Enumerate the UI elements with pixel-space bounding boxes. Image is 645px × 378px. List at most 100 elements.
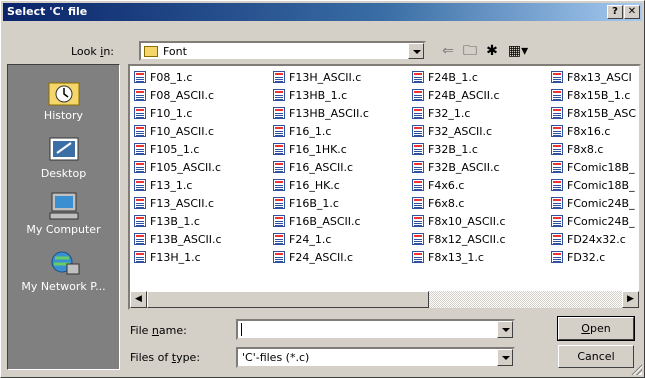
chevron-down-icon[interactable] — [497, 349, 513, 366]
close-button[interactable]: ✕ — [624, 5, 640, 19]
file-column-3: F24B_1.c F24B_ASCII.c F32_1.c F32_ASCII.c F3… — [412, 70, 506, 268]
filename-label: File name: — [130, 324, 187, 337]
file-item[interactable]: F10_1.c — [134, 106, 222, 124]
chevron-down-icon[interactable] — [408, 43, 424, 59]
c-file-icon — [273, 179, 285, 191]
file-item[interactable]: F32B_1.c — [412, 142, 506, 160]
file-item[interactable]: FComic24B_ — [551, 196, 636, 214]
file-name: F8x15B_1.c — [567, 89, 631, 102]
file-name: FD24x32.c — [567, 233, 626, 246]
file-item[interactable]: F8x8.c — [551, 142, 636, 160]
file-item[interactable]: F13H_ASCII.c — [273, 70, 369, 88]
file-item[interactable]: F6x8.c — [412, 196, 506, 214]
file-item[interactable]: F13H_1.c — [134, 250, 222, 268]
file-name: F10_1.c — [150, 107, 193, 120]
file-name: F32_1.c — [428, 107, 471, 120]
file-item[interactable]: F13_ASCII.c — [134, 196, 222, 214]
file-item[interactable]: F32B_ASCII.c — [412, 160, 506, 178]
file-item[interactable]: F10_ASCII.c — [134, 124, 222, 142]
file-item[interactable]: F8x16.c — [551, 124, 636, 142]
place-history[interactable]: History — [8, 77, 119, 122]
scroll-thumb[interactable] — [147, 291, 429, 308]
lookin-combo[interactable]: Font — [139, 41, 426, 61]
filename-input[interactable] — [236, 319, 515, 340]
file-item[interactable]: F16_1HK.c — [273, 142, 369, 160]
title-bar[interactable]: Select 'C' file ? ✕ — [3, 3, 642, 21]
file-name: F08_ASCII.c — [150, 89, 215, 102]
file-item[interactable]: F105_1.c — [134, 142, 222, 160]
file-item[interactable]: F24B_1.c — [412, 70, 506, 88]
file-item[interactable]: F16B_ASCII.c — [273, 214, 369, 232]
file-item[interactable]: F13B_1.c — [134, 214, 222, 232]
file-item[interactable]: F13HB_ASCII.c — [273, 106, 369, 124]
file-item[interactable]: FComic18B_ — [551, 160, 636, 178]
file-item[interactable]: F8x12_ASCII.c — [412, 232, 506, 250]
file-name: FComic24B_ — [567, 197, 635, 210]
c-file-icon — [134, 107, 146, 119]
scroll-left-button[interactable]: ◀ — [130, 291, 147, 308]
file-item[interactable]: FD24x32.c — [551, 232, 636, 250]
file-item[interactable]: F13HB_1.c — [273, 88, 369, 106]
c-file-icon — [134, 233, 146, 245]
c-file-icon — [551, 107, 563, 119]
file-item[interactable]: F32_1.c — [412, 106, 506, 124]
file-item[interactable]: F8x10_ASCII.c — [412, 214, 506, 232]
view-menu-button[interactable]: ▦▾ — [503, 41, 533, 61]
c-file-icon — [273, 233, 285, 245]
c-file-icon — [273, 197, 285, 209]
file-item[interactable]: F8x13_1.c — [412, 250, 506, 268]
place-network[interactable]: My Network P... — [8, 248, 119, 293]
horizontal-scrollbar[interactable]: ◀ ▶ — [130, 291, 639, 308]
c-file-icon — [134, 161, 146, 173]
lookin-value: Font — [163, 45, 187, 58]
file-item[interactable]: F16_1.c — [273, 124, 369, 142]
file-list[interactable]: F08_1.c F08_ASCII.c F10_1.c F10_ASCII.c F105… — [128, 64, 641, 310]
c-file-icon — [273, 125, 285, 137]
file-name: F105_1.c — [150, 143, 200, 156]
file-column-4: F8x13_ASCI F8x15B_1.c F8x15B_ASC F8x16.c F8x… — [551, 70, 636, 268]
filetype-select[interactable]: 'C'-files (*.c) — [236, 347, 515, 368]
place-my-computer[interactable]: My Computer — [8, 191, 119, 236]
up-folder-icon: 🗀 — [463, 43, 477, 59]
file-item[interactable]: FD32.c — [551, 250, 636, 268]
file-name: F8x12_ASCII.c — [428, 233, 506, 246]
file-item[interactable]: F4x6.c — [412, 178, 506, 196]
file-column-1: F08_1.c F08_ASCII.c F10_1.c F10_ASCII.c F105… — [134, 70, 222, 268]
place-desktop[interactable]: Desktop — [8, 135, 119, 180]
file-item[interactable]: FComic24B_ — [551, 214, 636, 232]
file-item[interactable]: F16_ASCII.c — [273, 160, 369, 178]
resize-grip[interactable] — [630, 363, 642, 375]
file-item[interactable]: F8x15B_ASC — [551, 106, 636, 124]
file-item[interactable]: F24B_ASCII.c — [412, 88, 506, 106]
up-folder-button[interactable]: 🗀 — [459, 41, 481, 61]
places-bar: History Desktop My Computer My Network P… — [7, 64, 120, 370]
open-button[interactable]: Open — [557, 316, 635, 341]
file-item[interactable]: F32_ASCII.c — [412, 124, 506, 142]
file-item[interactable]: F13B_ASCII.c — [134, 232, 222, 250]
file-item[interactable]: F24_ASCII.c — [273, 250, 369, 268]
file-item[interactable]: FComic18B_ — [551, 178, 636, 196]
scroll-right-button[interactable]: ▶ — [622, 291, 639, 308]
filetype-value: 'C'-files (*.c) — [242, 351, 310, 364]
file-name: F13_1.c — [150, 179, 193, 192]
c-file-icon — [412, 161, 424, 173]
file-item[interactable]: F16_HK.c — [273, 178, 369, 196]
file-name: F13HB_1.c — [289, 89, 348, 102]
file-item[interactable]: F8x13_ASCI — [551, 70, 636, 88]
back-button[interactable]: ⇐ — [437, 41, 459, 61]
cancel-button[interactable]: Cancel — [558, 345, 634, 368]
c-file-icon — [551, 89, 563, 101]
new-folder-button[interactable]: ✱ — [481, 41, 503, 61]
file-item[interactable]: F105_ASCII.c — [134, 160, 222, 178]
file-item[interactable]: F13_1.c — [134, 178, 222, 196]
file-item[interactable]: F8x15B_1.c — [551, 88, 636, 106]
file-item[interactable]: F08_1.c — [134, 70, 222, 88]
file-item[interactable]: F24_1.c — [273, 232, 369, 250]
file-name: F8x8.c — [567, 143, 604, 156]
file-item[interactable]: F08_ASCII.c — [134, 88, 222, 106]
help-button[interactable]: ? — [607, 5, 623, 19]
arrow-right-icon: ▶ — [627, 294, 634, 304]
file-name: F13H_1.c — [150, 251, 201, 264]
chevron-down-icon[interactable] — [497, 321, 513, 338]
file-item[interactable]: F16B_1.c — [273, 196, 369, 214]
